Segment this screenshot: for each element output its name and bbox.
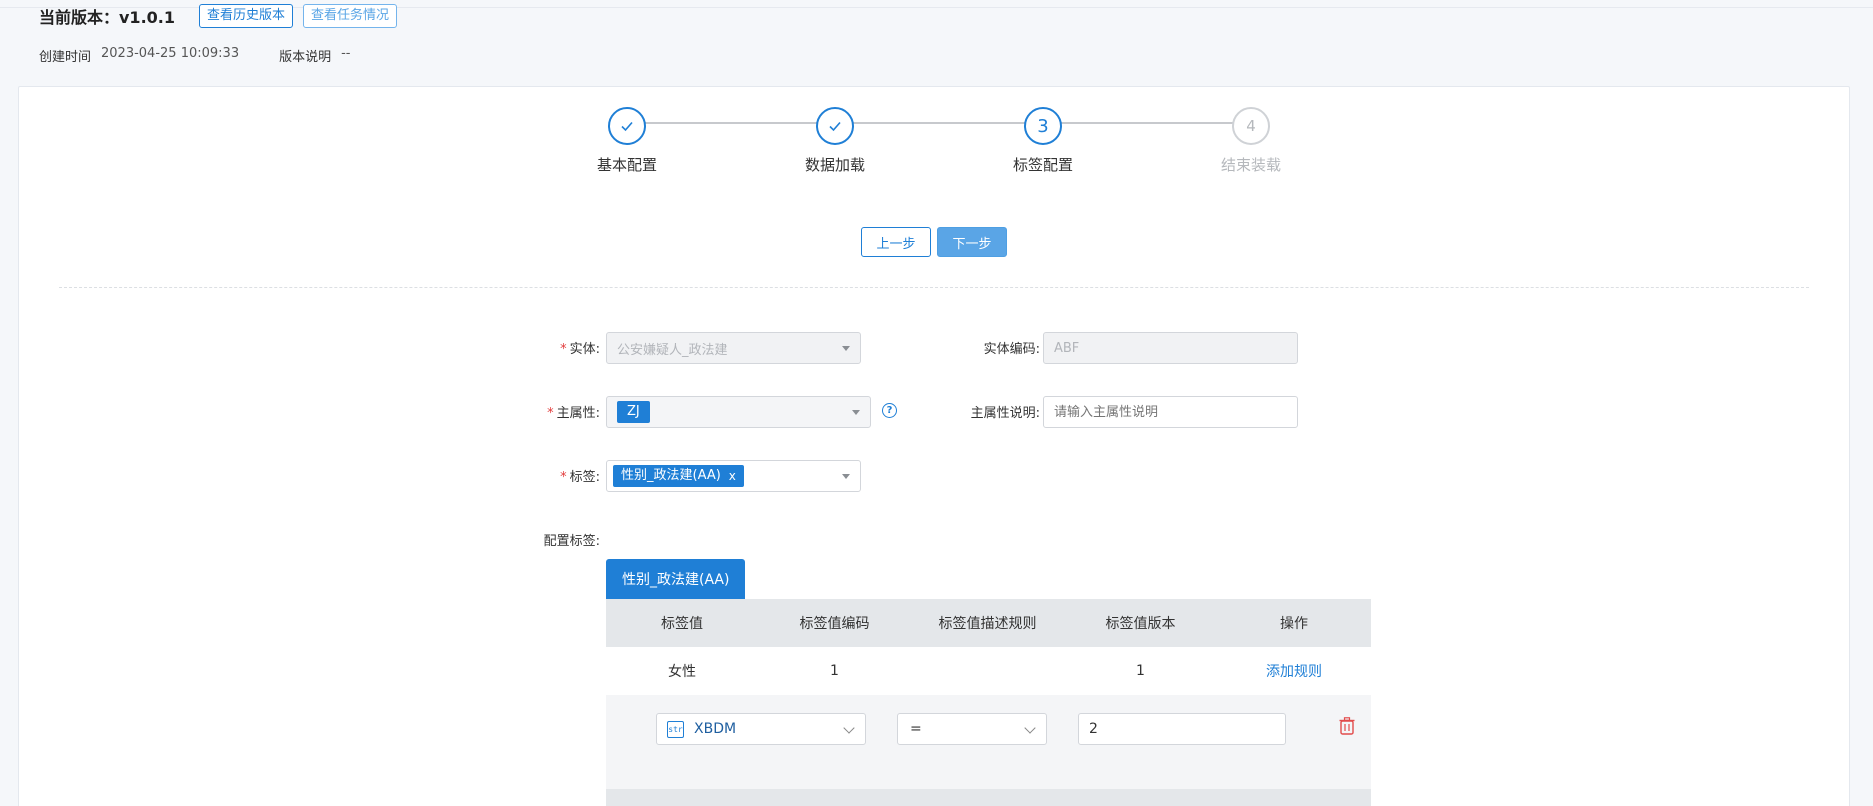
tag-value-table: 标签值 标签值编码 标签值描述规则 标签值版本 操作 女性 1 1 添加规则 bbox=[606, 599, 1371, 695]
step-number: 3 bbox=[1024, 107, 1062, 145]
column-header: 标签值编码 bbox=[799, 616, 870, 632]
check-icon bbox=[608, 107, 646, 145]
created-label: 创建时间 bbox=[39, 50, 92, 65]
tab-gender-tag[interactable]: 性别_政法建(AA) bbox=[606, 559, 746, 599]
step-number: 4 bbox=[1232, 107, 1270, 145]
divider bbox=[59, 287, 1809, 288]
add-rule-link[interactable]: 添加规则 bbox=[1266, 664, 1322, 680]
config-tag-label: 配置标签: bbox=[543, 534, 600, 549]
table-header: 标签值 标签值编码 标签值描述规则 标签值版本 操作 bbox=[606, 599, 1371, 647]
step-nav: 上一步 下一步 bbox=[861, 227, 1007, 257]
next-step-button[interactable]: 下一步 bbox=[937, 227, 1007, 257]
main-attr-desc-input[interactable] bbox=[1043, 396, 1298, 428]
main-attr-chip: ZJ bbox=[617, 401, 650, 423]
version-title: 当前版本：v1.0.1 bbox=[39, 8, 175, 27]
check-icon bbox=[816, 107, 854, 145]
step-data-load: 数据加载 bbox=[765, 107, 905, 175]
rule-editor: str XBDM = 2 bbox=[606, 695, 1371, 789]
table-footer-strip bbox=[606, 789, 1371, 806]
step-label: 数据加载 bbox=[804, 156, 865, 174]
tag-code-cell: 1 bbox=[830, 663, 839, 679]
step-label: 基本配置 bbox=[596, 156, 657, 174]
chevron-down-icon bbox=[1024, 722, 1036, 734]
version-desc-label: 版本说明 bbox=[279, 50, 332, 65]
caret-down-icon bbox=[852, 410, 860, 415]
caret-down-icon bbox=[842, 346, 850, 351]
entity-code-label: 实体编码: bbox=[983, 342, 1040, 357]
help-icon[interactable]: ? bbox=[882, 403, 897, 418]
column-header: 标签值版本 bbox=[1105, 616, 1176, 632]
rule-value-input[interactable]: 2 bbox=[1078, 713, 1286, 745]
entity-label: * 实体: bbox=[560, 342, 600, 357]
trash-icon[interactable] bbox=[1339, 717, 1355, 735]
step-finish-load: 4 结束装载 bbox=[1181, 107, 1321, 175]
tag-version-cell: 1 bbox=[1136, 663, 1145, 679]
step-basic-config: 基本配置 bbox=[557, 107, 697, 175]
field-select[interactable]: str XBDM bbox=[656, 713, 866, 745]
tag-value-cell: 女性 bbox=[668, 664, 696, 680]
tag-select[interactable]: 性别_政法建(AA) x bbox=[606, 460, 861, 492]
column-header: 标签值 bbox=[661, 616, 703, 632]
column-header: 操作 bbox=[1280, 616, 1308, 632]
close-icon[interactable]: x bbox=[729, 465, 736, 487]
view-tasks-button[interactable]: 查看任务情况 bbox=[303, 4, 398, 28]
tag-label: * 标签: bbox=[560, 470, 600, 485]
string-type-icon: str bbox=[667, 720, 684, 738]
main-attr-label: * 主属性: bbox=[547, 406, 600, 421]
caret-down-icon bbox=[842, 474, 850, 479]
main-attr-desc-label: 主属性说明: bbox=[970, 406, 1040, 421]
tag-chip: 性别_政法建(AA) x bbox=[613, 465, 744, 487]
step-label: 标签配置 bbox=[1012, 156, 1073, 174]
version-row: 当前版本：v1.0.1 查看历史版本 查看任务情况 bbox=[39, 4, 398, 28]
step-tag-config: 3 标签配置 bbox=[973, 107, 1113, 175]
version-meta: 创建时间 2023-04-25 10:09:33 版本说明 -- bbox=[39, 46, 351, 65]
entity-select[interactable]: 公安嫌疑人_政法建 bbox=[606, 332, 861, 364]
view-history-button[interactable]: 查看历史版本 bbox=[199, 4, 294, 28]
step-label: 结束装载 bbox=[1220, 156, 1281, 174]
version-desc-value: -- bbox=[341, 46, 351, 61]
entity-code-field[interactable]: ABF bbox=[1043, 332, 1298, 364]
column-header: 标签值描述规则 bbox=[938, 616, 1037, 632]
main-attr-select[interactable]: ZJ bbox=[606, 396, 871, 428]
operator-select[interactable]: = bbox=[897, 713, 1047, 745]
prev-step-button[interactable]: 上一步 bbox=[861, 227, 931, 257]
created-value: 2023-04-25 10:09:33 bbox=[101, 46, 240, 61]
chevron-down-icon bbox=[843, 722, 855, 734]
table-row: 女性 1 1 添加规则 bbox=[606, 647, 1371, 695]
